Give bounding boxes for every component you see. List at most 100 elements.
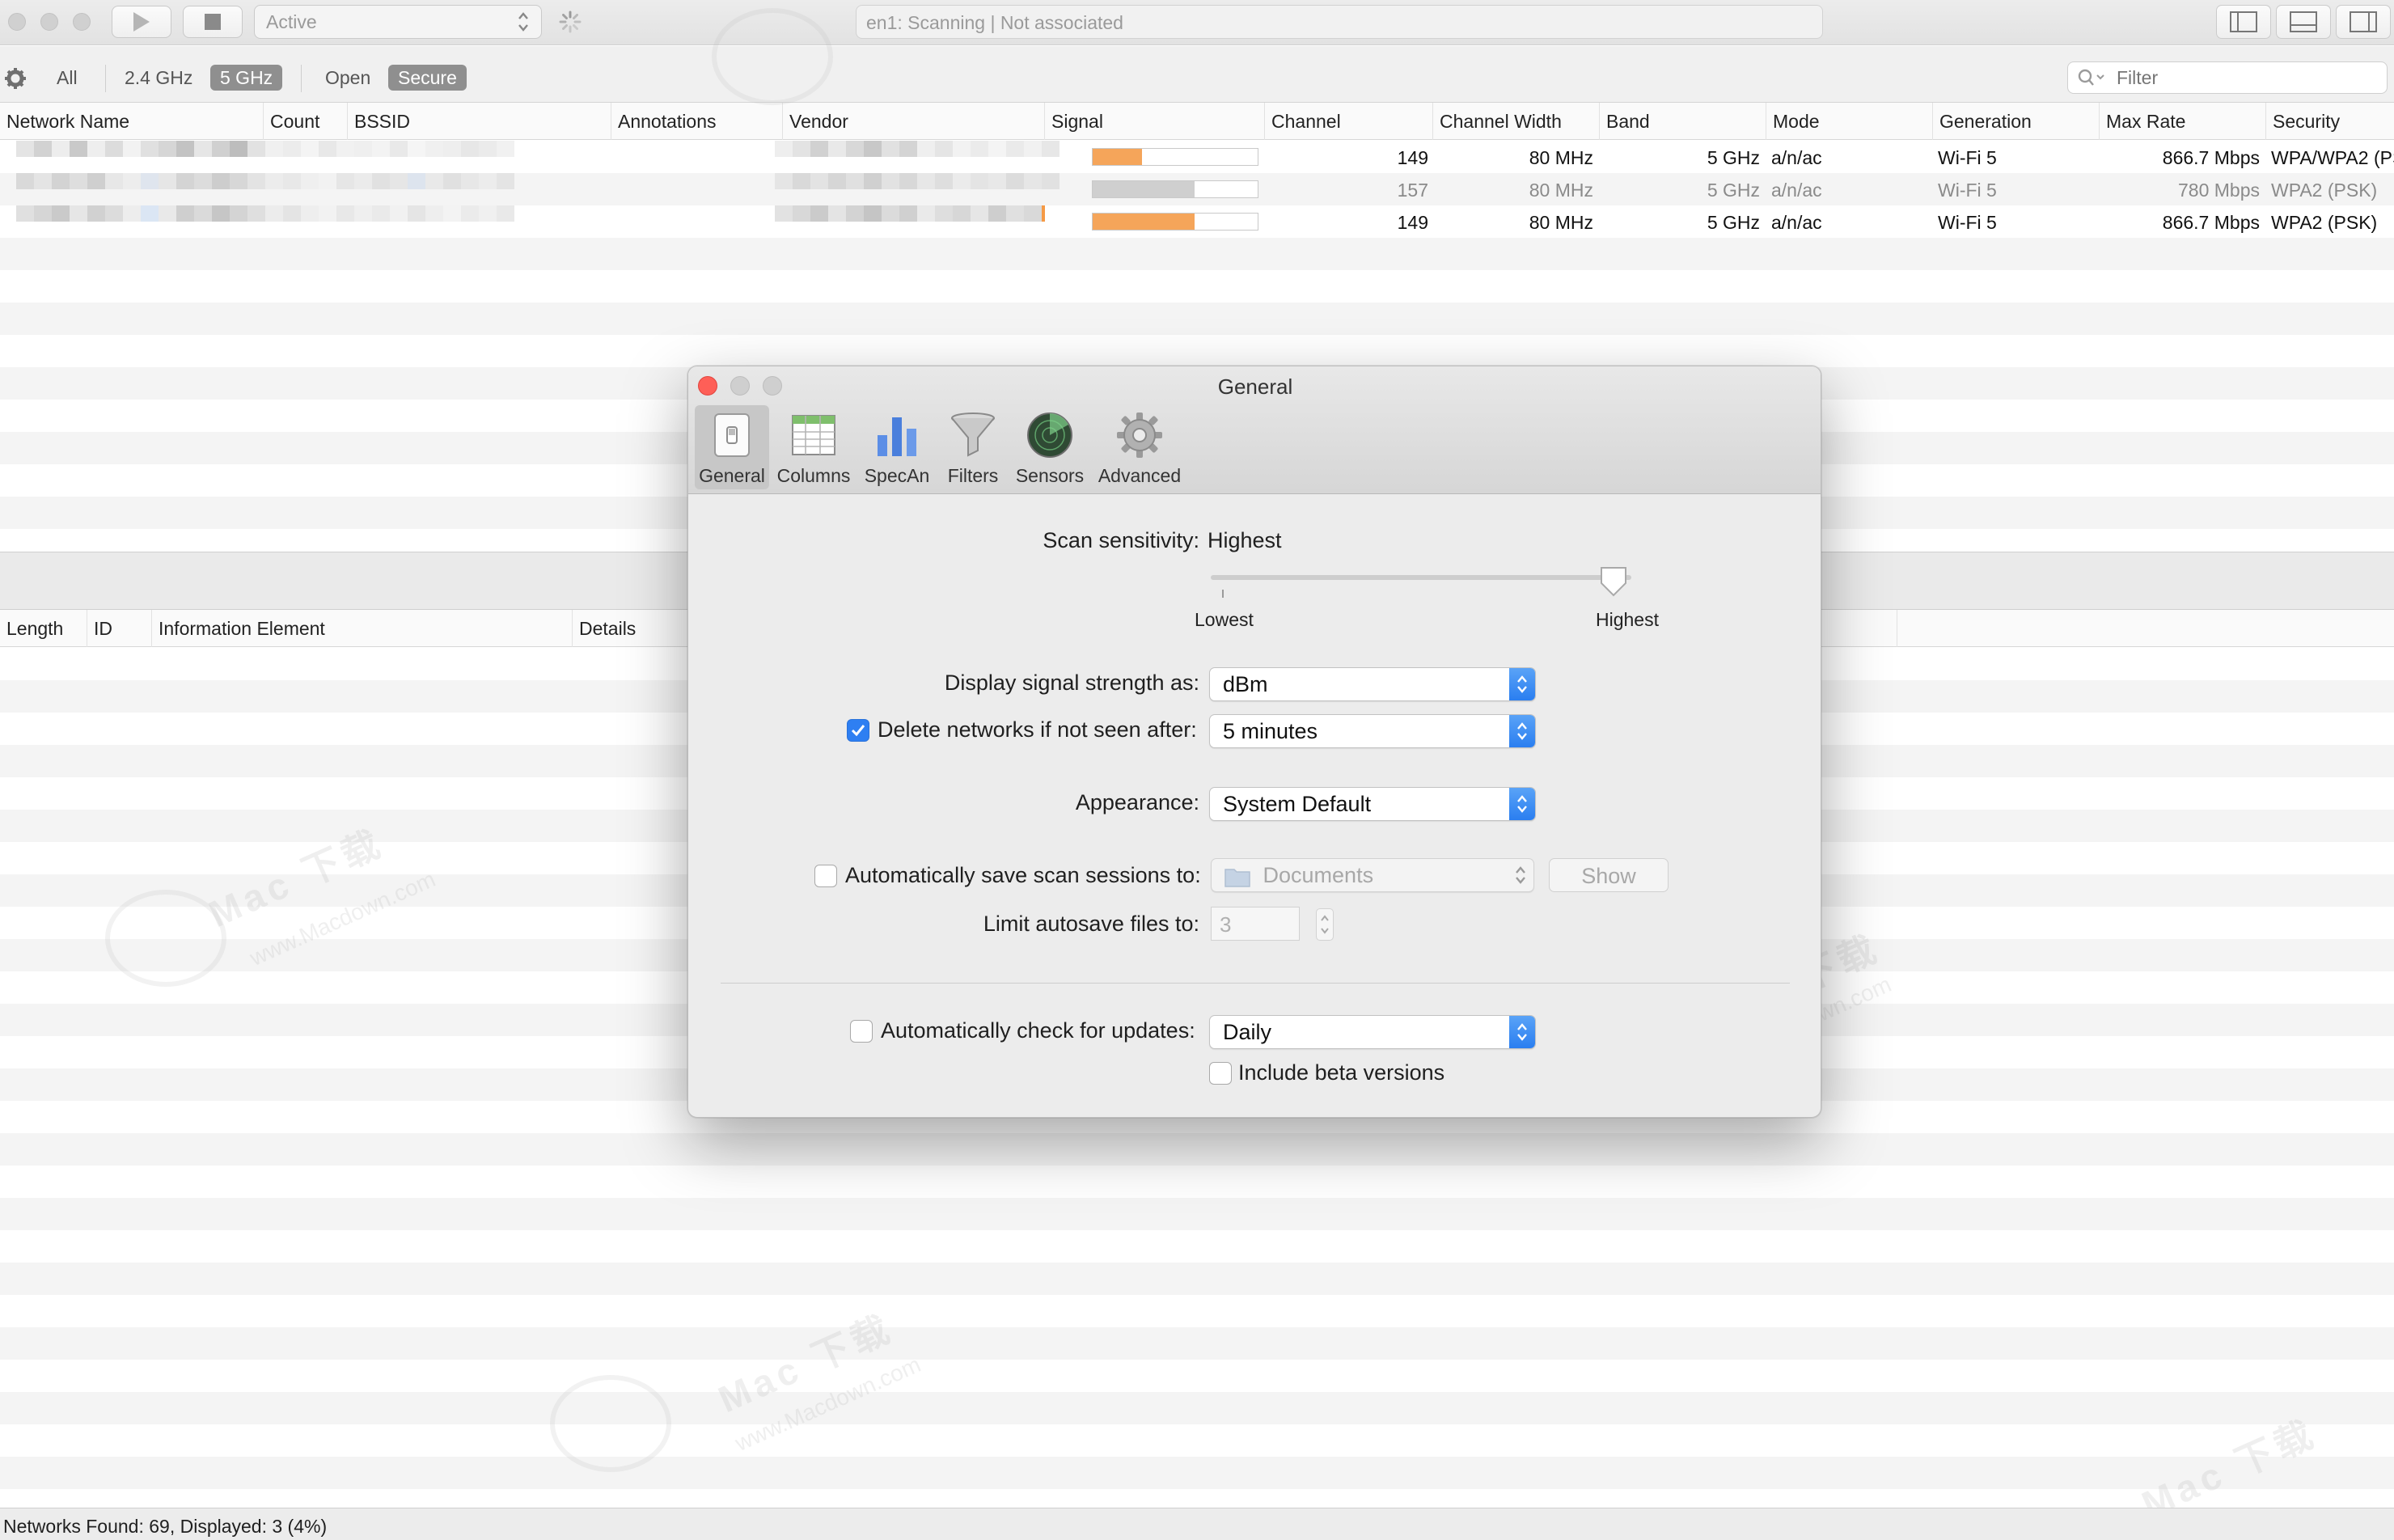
column-extra xyxy=(1897,610,2394,647)
update-frequency-value: Daily xyxy=(1223,1020,1272,1044)
tab-filters-label: Filters xyxy=(947,465,999,486)
tab-filters[interactable]: Filters xyxy=(941,405,1005,489)
cell-channel-width: 80 MHz xyxy=(1529,147,1593,168)
cell-channel: 149 xyxy=(1397,147,1428,168)
table-row-background xyxy=(0,270,2394,302)
column-channel[interactable]: Channel xyxy=(1265,103,1433,140)
scan-sensitivity-value: Highest xyxy=(1208,528,1282,552)
filter-5ghz[interactable]: 5 GHz xyxy=(210,65,283,91)
signal-strength-bar xyxy=(1092,180,1258,198)
column-annotations[interactable]: Annotations xyxy=(611,103,783,140)
filter-search-input[interactable] xyxy=(2067,61,2388,94)
autosave-label: Automatically save scan sessions to: xyxy=(845,863,1201,887)
slider-max-label: Highest xyxy=(1596,609,1659,630)
stop-icon xyxy=(205,14,221,30)
sensor-radar-icon xyxy=(1027,412,1072,458)
column-id[interactable]: ID xyxy=(87,610,152,647)
gear-icon xyxy=(1117,412,1162,458)
column-max-rate[interactable]: Max Rate xyxy=(2100,103,2266,140)
column-network-name[interactable]: Network Name xyxy=(0,103,264,140)
scanning-spinner-icon xyxy=(559,11,582,33)
popup-arrows-icon xyxy=(518,12,528,32)
display-signal-popup[interactable]: dBm xyxy=(1209,667,1536,701)
include-beta-label: Include beta versions xyxy=(1238,1060,1445,1085)
slider-tick-min xyxy=(1222,590,1224,598)
slider-min-label: Lowest xyxy=(1195,609,1254,630)
tab-sensors[interactable]: Sensors xyxy=(1010,405,1089,489)
tab-specan-label: SpecAn xyxy=(864,465,930,486)
filter-all[interactable]: All xyxy=(47,65,87,91)
table-row-background xyxy=(0,238,2394,270)
column-bssid[interactable]: BSSID xyxy=(348,103,611,140)
column-vendor[interactable]: Vendor xyxy=(783,103,1045,140)
table-row-background xyxy=(0,1166,2394,1198)
cell-band: 5 GHz xyxy=(1707,212,1760,233)
cell-channel: 149 xyxy=(1397,212,1428,233)
table-row-background xyxy=(0,1327,2394,1360)
column-length[interactable]: Length xyxy=(0,610,87,647)
scan-sensitivity-slider[interactable] xyxy=(1211,575,1631,580)
cell-generation: Wi-Fi 5 xyxy=(1938,147,1997,168)
update-frequency-popup[interactable]: Daily xyxy=(1209,1015,1536,1049)
include-beta-checkbox[interactable] xyxy=(1209,1062,1232,1085)
tab-advanced[interactable]: Advanced xyxy=(1094,405,1185,489)
stop-scan-button[interactable] xyxy=(183,6,243,38)
table-row-background xyxy=(0,1360,2394,1392)
filter-funnel-icon xyxy=(951,412,995,457)
window-toolbar: Active en1: Scanning | Not associated xyxy=(0,0,2394,45)
column-band[interactable]: Band xyxy=(1600,103,1766,140)
appearance-popup[interactable]: System Default xyxy=(1209,787,1536,821)
limit-autosave-label: Limit autosave files to: xyxy=(983,912,1199,936)
slider-knob[interactable] xyxy=(1599,565,1628,598)
redacted-network-info xyxy=(16,141,534,173)
close-window-button[interactable] xyxy=(8,13,26,31)
scan-sensitivity-label: Scan sensitivity: xyxy=(1043,528,1199,552)
autosave-folder-popup[interactable]: Documents xyxy=(1211,858,1534,892)
scan-mode-popup[interactable]: Active xyxy=(254,5,542,39)
show-folder-button[interactable]: Show xyxy=(1549,858,1669,892)
start-scan-button[interactable] xyxy=(112,6,171,38)
delete-networks-popup[interactable]: 5 minutes xyxy=(1209,714,1536,748)
delete-networks-checkbox[interactable] xyxy=(847,719,869,742)
column-mode[interactable]: Mode xyxy=(1766,103,1933,140)
tab-specan[interactable]: SpecAn xyxy=(858,405,936,489)
autosave-checkbox[interactable] xyxy=(814,865,837,887)
interface-status-field: en1: Scanning | Not associated xyxy=(856,5,1823,39)
settings-gear-icon[interactable] xyxy=(3,66,27,91)
table-row-background xyxy=(0,1489,2394,1508)
toggle-bottom-pane-button[interactable] xyxy=(2276,5,2331,39)
tab-general-label: General xyxy=(699,465,765,486)
filter-open[interactable]: Open xyxy=(315,65,380,91)
display-signal-label: Display signal strength as: xyxy=(944,671,1199,695)
filter-2-4ghz[interactable]: 2.4 GHz xyxy=(115,65,202,91)
display-signal-value: dBm xyxy=(1223,672,1268,696)
appearance-label: Appearance: xyxy=(1075,790,1199,814)
column-channel-width[interactable]: Channel Width xyxy=(1433,103,1600,140)
cell-security: WPA2 (PSK) xyxy=(2271,180,2378,201)
table-row-background xyxy=(0,1295,2394,1327)
check-updates-checkbox[interactable] xyxy=(850,1020,873,1043)
limit-autosave-field[interactable]: 3 xyxy=(1211,907,1300,941)
toggle-left-pane-button[interactable] xyxy=(2216,5,2271,39)
preferences-window: General General Columns SpecAn Filters S… xyxy=(687,366,1821,1118)
column-security[interactable]: Security xyxy=(2266,103,2394,140)
zoom-window-button[interactable] xyxy=(73,13,91,31)
column-count[interactable]: Count xyxy=(264,103,348,140)
tab-advanced-label: Advanced xyxy=(1098,465,1182,486)
column-signal[interactable]: Signal xyxy=(1045,103,1265,140)
toggle-right-pane-button[interactable] xyxy=(2336,5,2391,39)
sidebar-right-icon xyxy=(2350,11,2377,32)
tab-columns[interactable]: Columns xyxy=(774,405,853,489)
redacted-vendor xyxy=(775,141,1082,173)
filter-secure[interactable]: Secure xyxy=(388,65,467,91)
limit-autosave-stepper[interactable] xyxy=(1316,908,1334,941)
minimize-window-button[interactable] xyxy=(40,13,58,31)
sidebar-left-icon xyxy=(2230,11,2257,32)
appearance-value: System Default xyxy=(1223,792,1372,816)
filter-separator xyxy=(105,65,106,92)
tab-general[interactable]: General xyxy=(695,405,769,489)
columns-table-icon xyxy=(792,415,835,455)
column-generation[interactable]: Generation xyxy=(1933,103,2100,140)
column-information-element[interactable]: Information Element xyxy=(152,610,573,647)
signal-strength-bar xyxy=(1092,213,1258,231)
